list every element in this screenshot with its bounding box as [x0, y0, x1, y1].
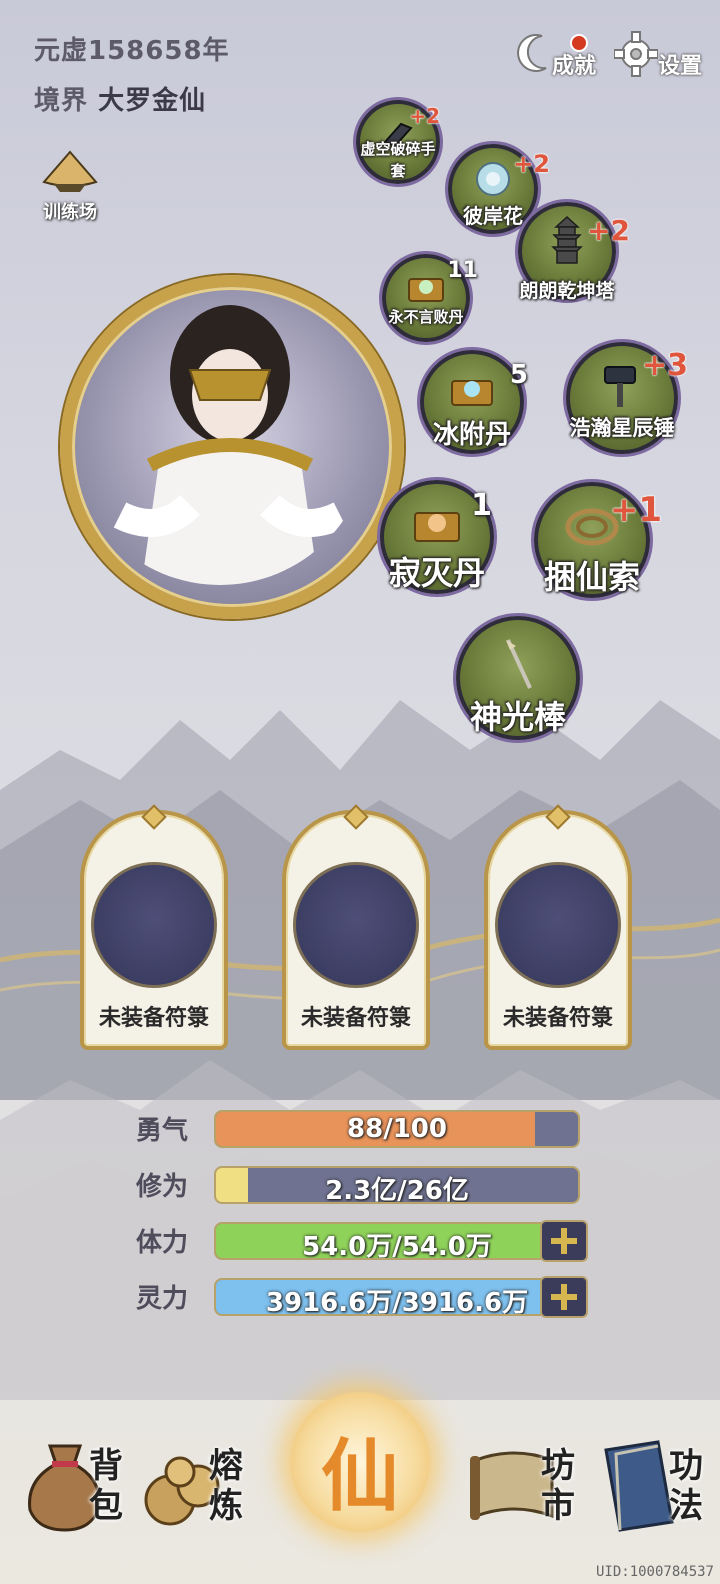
nav-bag-button[interactable]: 背包 [20, 1432, 130, 1552]
item-void-gauntlet[interactable]: +2 虚空破碎手套 [356, 100, 440, 184]
realm-label: 境界 [34, 86, 89, 116]
nav-market-button[interactable]: 坊市 [466, 1432, 586, 1552]
mountain-backdrop-lower [0, 1060, 720, 1400]
staff-icon [506, 639, 532, 689]
settings-button[interactable]: 设置 [614, 30, 702, 80]
hammer-icon [604, 365, 636, 407]
nav-skills-button[interactable]: 功法 [596, 1432, 716, 1552]
item-bonus: +1 [609, 490, 662, 530]
item-spider-lily[interactable]: +2 彼岸花 [448, 144, 550, 234]
item-bonus: +2 [587, 214, 630, 247]
moon-icon [517, 34, 547, 72]
achievements-button[interactable]: 成就 [512, 28, 596, 80]
character-avatar [113, 305, 347, 585]
item-count: 5 [509, 360, 528, 390]
courage-value: 88/100 [347, 1114, 447, 1144]
courage-bar: 88/100 [214, 1110, 580, 1148]
flower-orb-icon [476, 162, 510, 197]
item-name: 朗朗乾坤塔 [519, 280, 615, 302]
spirit-label: 灵力 [136, 1284, 189, 1314]
stamina-label: 体力 [136, 1228, 189, 1258]
gem-ornament [545, 804, 571, 830]
talisman-label: 未装备符箓 [98, 1006, 209, 1031]
gear-icon [614, 31, 658, 77]
realm-row: 境界 大罗金仙 [34, 80, 206, 117]
treasure-chest-icon [414, 512, 460, 543]
nav-bag-label: 背包 [89, 1446, 123, 1526]
item-bonus: +3 [641, 348, 688, 383]
talisman-card: 未装备符箓 [484, 804, 632, 1050]
character-portrait[interactable] [60, 275, 404, 619]
nav-skills-label: 功法 [669, 1446, 703, 1526]
talisman-empty-slot [91, 862, 217, 988]
nav-immortal-label: 仙 [320, 1432, 399, 1522]
talisman-empty-slot [293, 862, 419, 988]
courage-label: 勇气 [136, 1116, 189, 1146]
gem-ornament [141, 804, 167, 830]
item-name: 神光棒 [469, 698, 566, 736]
item-divine-staff[interactable]: 神光棒 [456, 616, 580, 740]
item-bonus: +2 [409, 104, 440, 128]
talisman-empty-slot [495, 862, 621, 988]
user-id: UID:1000784537 [595, 1564, 714, 1580]
cultivation-value: 2.3亿/26亿 [325, 1176, 469, 1204]
talisman-slot-3[interactable]: 未装备符箓 [476, 790, 640, 1050]
nav-smelt-label: 熔炼 [209, 1446, 243, 1526]
straw-hat-icon [42, 150, 98, 192]
item-name: 浩瀚星辰锤 [569, 416, 675, 440]
treasure-chest-icon [408, 278, 444, 303]
talisman-slot-1[interactable]: 未装备符箓 [72, 790, 236, 1050]
item-ice-pill[interactable]: 5 冰附丹 [420, 350, 528, 454]
stamina-value: 54.0万/54.0万 [302, 1232, 492, 1260]
add-spirit-button[interactable] [540, 1276, 588, 1318]
treasure-chest-icon [451, 380, 493, 407]
nav-smelt-button[interactable]: 熔炼 [140, 1432, 260, 1552]
item-binding-rope[interactable]: +1 捆仙索 [534, 482, 662, 598]
stamina-bar: 54.0万/54.0万 [214, 1222, 580, 1260]
pagoda-icon [551, 216, 583, 264]
item-star-hammer[interactable]: +3 浩瀚星辰锤 [566, 342, 688, 454]
achievements-label: 成就 [552, 54, 597, 79]
add-stamina-button[interactable] [540, 1220, 588, 1262]
talisman-slot-2[interactable]: 未装备符箓 [274, 790, 438, 1050]
item-name: 永不言败丹 [388, 308, 464, 326]
nav-market-label: 坊市 [541, 1446, 575, 1526]
item-count: 1 [471, 488, 492, 523]
spirit-value: 3916.6万/3916.6万 [265, 1288, 529, 1316]
gem-ornament [343, 804, 369, 830]
talisman-card: 未装备符箓 [80, 804, 228, 1050]
nav-immortal-button[interactable]: 仙 [290, 1392, 430, 1532]
cultivation-bar: 2.3亿/26亿 [214, 1166, 580, 1204]
settings-label: 设置 [658, 54, 703, 79]
item-name: 冰附丹 [432, 420, 511, 450]
item-nirvana-pill[interactable]: 1 寂灭丹 [380, 480, 494, 594]
item-name: 捆仙索 [543, 558, 640, 596]
item-name: 寂灭丹 [388, 554, 485, 592]
realm-value: 大罗金仙 [98, 86, 207, 116]
talisman-label: 未装备符箓 [502, 1006, 613, 1031]
cultivation-label: 修为 [136, 1172, 189, 1202]
training-ground-button[interactable]: 训练场 [30, 148, 110, 224]
spirit-bar: 3916.6万/3916.6万 [214, 1278, 580, 1316]
era-label: 元虚158658年 [34, 36, 230, 66]
talisman-card: 未装备符箓 [282, 804, 430, 1050]
training-ground-label: 训练场 [43, 202, 97, 223]
talisman-label: 未装备符箓 [300, 1006, 411, 1031]
item-bonus: +2 [513, 150, 550, 178]
item-count: 11 [447, 258, 478, 283]
notification-dot [570, 34, 588, 52]
item-name: 虚空破碎手套 [360, 140, 436, 180]
item-undefeated-pill[interactable]: 11 永不言败丹 [382, 254, 478, 342]
item-qiankun-tower[interactable]: +2 朗朗乾坤塔 [518, 202, 630, 302]
